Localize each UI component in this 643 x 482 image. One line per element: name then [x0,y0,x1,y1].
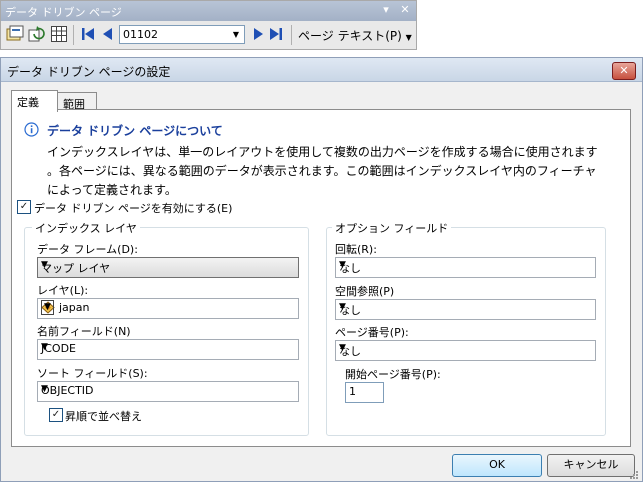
chevron-down-icon: ▼ [41,300,54,315]
refresh-icon[interactable] [28,25,46,43]
chevron-down-icon: ▼ [339,343,346,353]
layer-label: レイヤ(L): [37,284,89,297]
ascending-sort-checkbox[interactable]: ✓ [49,408,63,422]
about-text-line-1: インデックスレイヤは、単一のレイアウトを使用して複数の出力ページを作成する場合に… [47,145,598,159]
toolbar-separator [291,25,292,45]
page-number-label: ページ番号(P): [335,326,409,339]
info-icon [24,122,39,137]
dialog-title-bar[interactable]: データ ドリブン ページの設定 ✕ [1,58,642,82]
chevron-down-icon: ▼ [405,33,412,42]
enable-ddp-checkbox[interactable]: ✓ [17,200,31,214]
last-page-icon[interactable] [267,25,285,43]
data-frame-dropdown[interactable]: マップ レイヤ ▼ [37,257,299,278]
definition-panel: データ ドリブン ページについて インデックスレイヤは、単一のレイアウトを使用し… [11,109,631,447]
tab-definition[interactable]: 定義 [11,90,58,112]
optional-fields-group-title: オプション フィールド [332,220,452,236]
spatial-reference-dropdown[interactable]: なし ▼ [335,299,596,320]
start-page-number-value: 1 [349,385,356,398]
ddp-toolbar-window: データ ドリブン ページ ▾ ✕ 01102 ▼ ページ テキスト(P) ▼ [0,0,417,50]
start-page-number-label: 開始ページ番号(P): [345,368,441,381]
cancel-button[interactable]: キャンセル [547,454,635,477]
layer-value: japan [59,301,90,314]
rotation-dropdown[interactable]: なし ▼ [335,257,596,278]
setup-icon[interactable] [6,25,24,43]
rotation-label: 回転(R): [335,243,377,256]
name-field-label: 名前フィールド(N) [37,325,131,338]
start-page-number-input[interactable]: 1 [345,382,384,403]
enable-ddp-label: データ ドリブン ページを有効にする(E) [34,202,233,215]
ascending-sort-label: 昇順で並べ替え [65,410,142,423]
next-page-icon[interactable] [249,25,267,43]
spatial-reference-label: 空間参照(P) [335,285,395,298]
ok-button[interactable]: OK [452,454,542,477]
sort-field-dropdown[interactable]: OBJECTID ▼ [37,381,299,402]
page-text-label: ページ テキスト(P) [298,29,402,43]
chevron-down-icon: ▼ [41,260,48,270]
table-icon[interactable] [50,25,68,43]
toolbar-dropdown-icon[interactable]: ▾ [379,3,393,17]
about-heading: データ ドリブン ページについて [47,124,223,138]
layer-dropdown[interactable]: japan ▼ [37,298,299,319]
chevron-down-icon: ▼ [41,384,48,394]
tab-definition-label: 定義 [17,96,39,109]
toolbar-title-bar[interactable]: データ ドリブン ページ ▾ ✕ [1,1,416,21]
sort-field-label: ソート フィールド(S): [37,367,148,380]
page-selector-combo[interactable]: 01102 ▼ [119,25,245,44]
chevron-down-icon: ▼ [339,260,346,270]
page-text-menu[interactable]: ページ テキスト(P) ▼ [298,27,412,44]
about-text-line-3: によって定義されます。 [47,183,177,197]
dialog-title: データ ドリブン ページの設定 [7,65,171,79]
chevron-down-icon: ▼ [339,302,346,312]
about-text-line-2: 。各ページには、異なる範囲のデータが表示されます。この範囲はインデックスレイヤ内… [47,164,597,178]
data-frame-label: データ フレーム(D): [37,243,138,256]
name-field-dropdown[interactable]: JCODE ▼ [37,339,299,360]
resize-grip-icon[interactable] [629,470,639,480]
page-selector-value: 01102 [123,28,158,41]
toolbar-separator [73,25,74,45]
toolbar-close-icon[interactable]: ✕ [398,3,412,17]
page-number-dropdown[interactable]: なし ▼ [335,340,596,361]
close-icon[interactable]: ✕ [612,62,636,80]
index-layer-group-title: インデックス レイヤ [32,220,140,236]
previous-page-icon[interactable] [99,25,117,43]
first-page-icon[interactable] [79,25,97,43]
chevron-down-icon[interactable]: ▼ [230,27,242,42]
toolbar-title: データ ドリブン ページ [5,6,122,19]
ddp-setup-dialog: データ ドリブン ページの設定 ✕ 定義 範囲 データ ドリブン ページについて… [0,57,643,482]
chevron-down-icon: ▼ [41,342,48,352]
